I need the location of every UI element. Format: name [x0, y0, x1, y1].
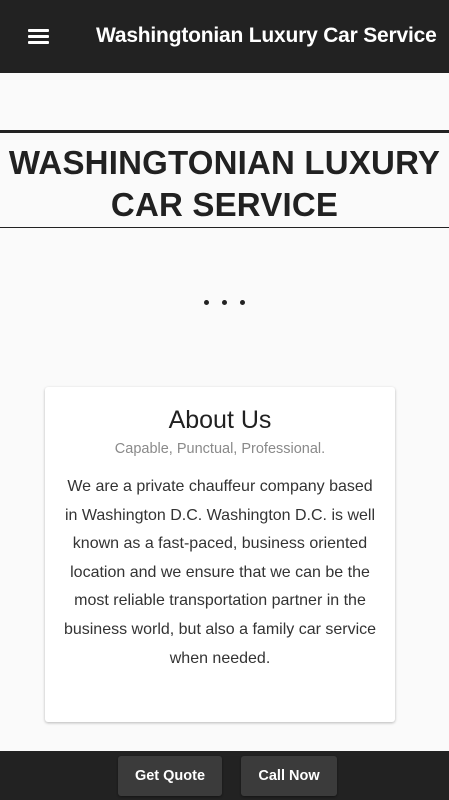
menu-line	[28, 35, 49, 38]
hero-banner: WASHINGTONIAN LUXURY CAR SERVICE	[0, 130, 449, 228]
get-quote-button[interactable]: Get Quote	[118, 756, 222, 796]
about-body: We are a private chauffeur company based…	[63, 478, 377, 667]
menu-line	[28, 41, 49, 44]
menu-line	[28, 29, 49, 32]
dot	[240, 300, 245, 305]
hamburger-menu-icon[interactable]	[28, 27, 50, 45]
call-now-button[interactable]: Call Now	[241, 756, 337, 796]
hero-title: WASHINGTONIAN LUXURY CAR SERVICE	[8, 144, 441, 223]
more-dots-icon[interactable]	[0, 300, 449, 305]
app-title: Washingtonian Luxury Car Service	[96, 24, 437, 47]
top-app-bar: Washingtonian Luxury Car Service	[0, 0, 449, 73]
about-subtitle: Capable, Punctual, Professional.	[114, 441, 326, 457]
dot	[222, 300, 227, 305]
about-title: About Us	[168, 406, 272, 434]
app-screen: Washingtonian Luxury Car Service WASHING…	[0, 0, 449, 800]
dot	[204, 300, 209, 305]
bottom-action-bar: Get Quote Call Now	[0, 751, 449, 800]
about-us-card: About Us Capable, Punctual, Professional…	[45, 387, 395, 722]
